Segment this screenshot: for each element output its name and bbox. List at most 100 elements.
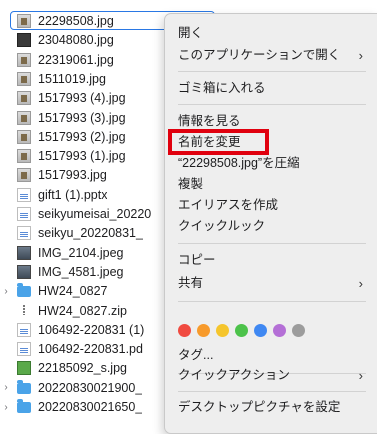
menu-item-open[interactable]: 開く bbox=[165, 23, 377, 44]
context-menu: 開く このアプリケーションで開く › ゴミ箱に入れる 情報を見る 名前を変更 “… bbox=[164, 13, 377, 434]
image-file-icon bbox=[17, 14, 31, 28]
disclosure-triangle-icon[interactable]: › bbox=[0, 382, 12, 393]
file-row[interactable]: 106492-220831 (1) bbox=[0, 321, 180, 339]
menu-item-label: このアプリケーションで開く bbox=[178, 48, 341, 62]
file-row[interactable]: HW24_0827.zip bbox=[0, 302, 180, 320]
image-file-icon bbox=[17, 110, 31, 125]
file-row[interactable]: 106492-220831.pd bbox=[0, 340, 180, 358]
image-file-icon bbox=[17, 33, 31, 48]
file-name: 20220830021900_ bbox=[38, 380, 143, 395]
menu-item-label: コピー bbox=[178, 253, 216, 267]
file-row[interactable]: 1517993 (2).jpg bbox=[0, 128, 180, 146]
tag-color-dot[interactable] bbox=[197, 324, 210, 337]
file-name: 23048080.jpg bbox=[38, 33, 114, 48]
file-row[interactable]: 1517993 (4).jpg bbox=[0, 89, 180, 107]
menu-item-make-alias[interactable]: エイリアスを作成 bbox=[165, 195, 377, 216]
menu-separator bbox=[178, 104, 366, 105]
image-file-icon bbox=[17, 52, 31, 67]
menu-item-set-desktop-picture[interactable]: デスクトップピクチャを設定 bbox=[165, 397, 377, 418]
menu-separator bbox=[178, 301, 366, 302]
tag-color-dot[interactable] bbox=[254, 324, 267, 337]
menu-item-compress[interactable]: “22298508.jpg”を圧縮 bbox=[165, 153, 377, 174]
file-name: 22319061.jpg bbox=[38, 52, 114, 67]
file-name: HW24_0827.zip bbox=[38, 303, 127, 318]
photo-file-icon bbox=[17, 264, 31, 279]
tag-color-dot[interactable] bbox=[178, 324, 191, 337]
menu-item-quick-look[interactable]: クイックルック bbox=[165, 216, 377, 237]
menu-item-label: デスクトップピクチャを設定 bbox=[178, 400, 341, 414]
menu-item-label: エイリアスを作成 bbox=[178, 198, 279, 212]
file-row[interactable]: 1511019.jpg bbox=[0, 70, 180, 88]
file-row[interactable]: › 20220830021650_ bbox=[0, 398, 180, 416]
image-file-icon bbox=[17, 129, 31, 144]
file-row[interactable]: 1517993 (1).jpg bbox=[0, 147, 180, 165]
file-row[interactable]: 23048080.jpg bbox=[0, 31, 180, 49]
tag-color-dot[interactable] bbox=[216, 324, 229, 337]
image-file-icon bbox=[17, 71, 31, 86]
menu-item-label: 共有 bbox=[178, 276, 204, 290]
document-icon bbox=[17, 207, 31, 221]
file-name: 1517993 (3).jpg bbox=[38, 110, 126, 125]
menu-item-quick-actions[interactable]: クイックアクション › bbox=[165, 365, 377, 386]
file-name: seikyumeisai_20220 bbox=[38, 207, 152, 221]
menu-item-label: タグ... bbox=[178, 348, 214, 362]
menu-item-tags[interactable]: タグ... bbox=[165, 345, 377, 366]
file-name: seikyu_20220831_ bbox=[38, 226, 143, 241]
file-name: 22185092_s.jpg bbox=[38, 361, 127, 376]
document-icon bbox=[17, 322, 31, 337]
menu-item-duplicate[interactable]: 複製 bbox=[165, 174, 377, 195]
file-name: 106492-220831.pd bbox=[38, 342, 143, 357]
menu-item-label: クイックアクション bbox=[178, 368, 290, 382]
menu-item-move-to-trash[interactable]: ゴミ箱に入れる bbox=[165, 78, 377, 99]
file-row[interactable]: 1517993 (3).jpg bbox=[0, 109, 180, 127]
file-name: gift1 (1).pptx bbox=[38, 187, 108, 202]
file-name: 20220830021650_ bbox=[38, 400, 143, 414]
tag-color-dot[interactable] bbox=[292, 324, 305, 337]
tag-color-row bbox=[178, 324, 305, 340]
file-row[interactable]: 1517993.jpg bbox=[0, 166, 180, 184]
file-name: 1517993 (1).jpg bbox=[38, 149, 126, 164]
file-row[interactable]: › 20220830021900_ bbox=[0, 379, 180, 397]
file-row[interactable]: IMG_4581.jpeg bbox=[0, 263, 180, 281]
chevron-right-icon: › bbox=[358, 276, 363, 291]
file-row[interactable]: › HW24_0827 bbox=[0, 282, 180, 300]
menu-item-copy[interactable]: コピー bbox=[165, 250, 377, 271]
menu-item-label: 開く bbox=[178, 26, 204, 40]
photo-file-icon bbox=[17, 245, 31, 260]
file-row[interactable]: 22298508.jpg bbox=[0, 11, 215, 30]
chevron-right-icon: › bbox=[358, 368, 363, 383]
menu-item-label: 情報を見る bbox=[178, 114, 241, 128]
menu-item-label: “22298508.jpg”を圧縮 bbox=[178, 156, 300, 170]
tag-color-dot[interactable] bbox=[273, 324, 286, 337]
rename-highlight-box bbox=[168, 129, 269, 155]
file-name: 1517993 (2).jpg bbox=[38, 129, 126, 144]
chevron-right-icon: › bbox=[358, 48, 363, 63]
menu-separator bbox=[178, 243, 366, 244]
document-icon bbox=[17, 342, 31, 357]
file-name: 1517993.jpg bbox=[38, 168, 107, 183]
menu-item-open-with[interactable]: このアプリケーションで開く › bbox=[165, 45, 377, 66]
menu-item-share[interactable]: 共有 › bbox=[165, 273, 377, 294]
menu-separator bbox=[178, 71, 366, 72]
file-row[interactable]: seikyu_20220831_ bbox=[0, 224, 180, 242]
file-row[interactable]: gift1 (1).pptx bbox=[0, 186, 180, 204]
file-row[interactable]: 22319061.jpg bbox=[0, 51, 180, 69]
image-file-icon bbox=[17, 91, 31, 106]
document-icon bbox=[17, 226, 31, 241]
tag-color-dot[interactable] bbox=[235, 324, 248, 337]
file-row[interactable]: 22185092_s.jpg bbox=[0, 359, 180, 377]
disclosure-triangle-icon[interactable]: › bbox=[0, 402, 12, 413]
file-name: 1517993 (4).jpg bbox=[38, 91, 126, 106]
folder-icon bbox=[17, 379, 31, 394]
file-name: HW24_0827 bbox=[38, 284, 108, 299]
file-row[interactable]: IMG_2104.jpeg bbox=[0, 244, 180, 262]
disclosure-triangle-icon[interactable]: › bbox=[0, 286, 12, 297]
document-icon bbox=[17, 187, 31, 202]
file-name: IMG_2104.jpeg bbox=[38, 245, 124, 260]
image-file-icon bbox=[17, 149, 31, 164]
menu-item-label: 複製 bbox=[178, 177, 204, 191]
menu-separator bbox=[178, 391, 366, 392]
file-row[interactable]: seikyumeisai_20220 bbox=[0, 205, 180, 223]
file-name: 106492-220831 (1) bbox=[38, 322, 145, 337]
file-name: 1511019.jpg bbox=[38, 71, 106, 86]
